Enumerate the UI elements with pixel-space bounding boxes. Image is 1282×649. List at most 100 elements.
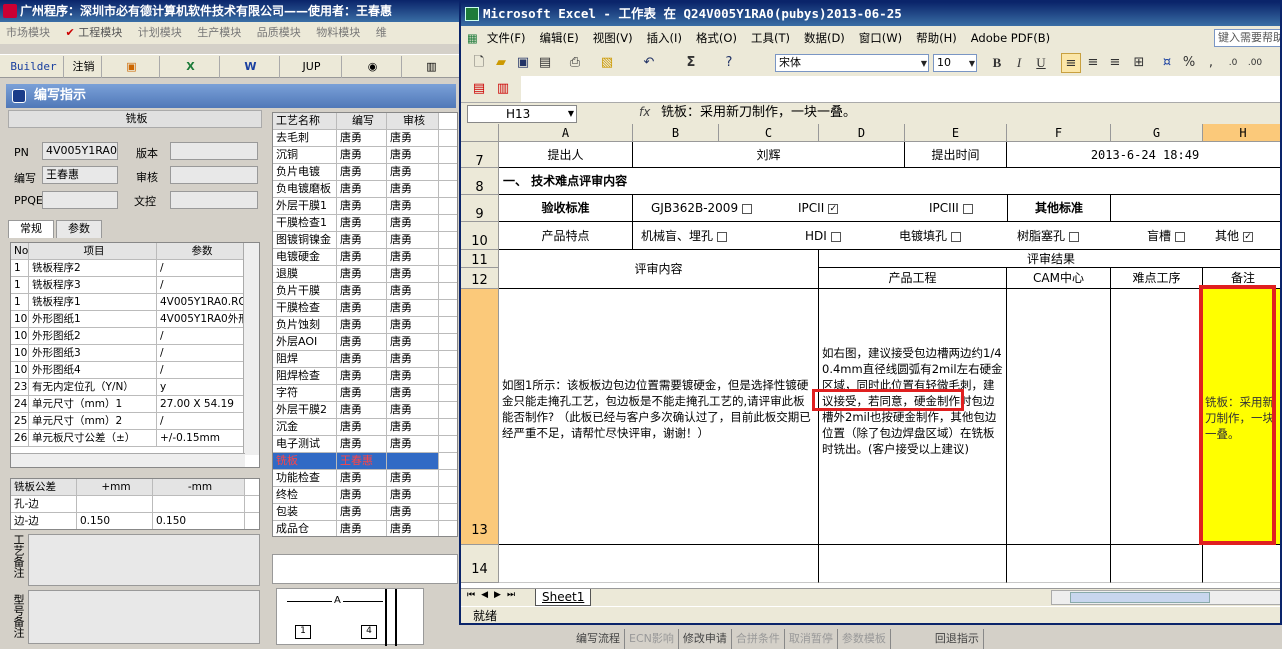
permission-icon[interactable]: ▤ — [535, 53, 555, 73]
process-row[interactable]: 阻焊检查 唐勇 唐勇 — [273, 368, 457, 385]
process-row[interactable]: 退膜 唐勇 唐勇 — [273, 266, 457, 283]
align-left-icon[interactable]: ≡ — [1061, 53, 1081, 73]
menu-market[interactable]: 市场模块 — [0, 22, 56, 44]
pn-field[interactable]: 4V005Y1RA0 — [42, 142, 118, 160]
table-row[interactable]: 26 单元板尺寸公差（±） +/-0.15mm — [11, 430, 259, 447]
process-row[interactable]: 沉铜 唐勇 唐勇 — [273, 147, 457, 164]
edit-flow-button[interactable]: 编写流程 — [572, 629, 625, 649]
row-header-13[interactable]: 13 — [461, 289, 499, 545]
cell-eng-header[interactable]: 产品工程 — [819, 268, 1007, 289]
menu-plan[interactable]: 计划模块 — [132, 22, 188, 44]
feature-other[interactable]: 其他 ✓ — [1215, 222, 1254, 249]
menu-insert[interactable]: 插入(I) — [640, 26, 689, 50]
process-row[interactable]: 阻焊 唐勇 唐勇 — [273, 351, 457, 368]
row-header-9[interactable]: 9 — [461, 195, 499, 222]
workbook-icon[interactable]: ▦ — [461, 26, 480, 50]
pdf-mail-icon[interactable]: ▥ — [493, 79, 513, 99]
decrease-decimal-icon[interactable]: .00 — [1245, 53, 1265, 73]
col-header-h[interactable]: H — [1203, 124, 1280, 142]
cell-r14-h[interactable] — [1203, 545, 1280, 583]
formula-input[interactable]: 铣板：采用新刀制作，一块一叠。 — [661, 104, 856, 122]
checkbox-other[interactable]: ✓ — [1243, 231, 1254, 242]
jup-button[interactable]: JUP — [282, 56, 342, 78]
autosum-icon[interactable]: Σ — [681, 53, 701, 73]
row-header-12[interactable]: 12 — [461, 268, 499, 289]
cell-other-std[interactable] — [1111, 195, 1280, 222]
checkbox-blind-slot[interactable] — [1175, 231, 1186, 242]
table-row[interactable]: 10 外形图纸2/ — [11, 328, 259, 345]
merge-center-icon[interactable]: ⊞ — [1129, 53, 1149, 73]
eye-icon[interactable]: ◉ — [344, 56, 402, 78]
increase-decimal-icon[interactable]: .0 — [1223, 53, 1243, 73]
paste-icon[interactable]: ▧ — [597, 53, 617, 73]
params-hscrollbar[interactable] — [11, 453, 245, 467]
process-row[interactable]: 图镀铜镍金 唐勇 唐勇 — [273, 232, 457, 249]
tab-nav-arrows-icon[interactable]: ⏮◀▶⏭ — [467, 590, 521, 600]
process-row[interactable]: 负电镀磨板 唐勇 唐勇 — [273, 181, 457, 198]
database-icon[interactable]: ▥ — [404, 56, 460, 78]
tab-params[interactable]: 参数 — [56, 220, 102, 238]
table-row[interactable]: 24 单元尺寸（mm）1 27.00 X 54.19 — [11, 396, 259, 413]
menu-help[interactable]: 帮助(H) — [909, 26, 964, 50]
checkbox-hdi[interactable] — [830, 231, 841, 242]
cell-r14-g[interactable] — [1111, 545, 1203, 583]
process-row[interactable]: 成品仓 唐勇 唐勇 — [273, 521, 457, 536]
italic-icon[interactable]: I — [1009, 53, 1029, 73]
table-row[interactable]: 边-边 0.150 0.150 — [11, 513, 259, 529]
menu-material[interactable]: 物料模块 — [310, 22, 366, 44]
logout-button[interactable]: 注销 — [66, 56, 102, 78]
builder-button[interactable]: Builder — [4, 56, 64, 78]
align-center-icon[interactable]: ≡ — [1083, 53, 1103, 73]
pdf-convert-icon[interactable]: ▤ — [469, 79, 489, 99]
process-row[interactable]: 外层AOI 唐勇 唐勇 — [273, 334, 457, 351]
menu-data[interactable]: 数据(D) — [797, 26, 852, 50]
checkbox-ipcii[interactable]: ✓ — [828, 203, 839, 214]
process-row[interactable]: 负片电镀 唐勇 唐勇 — [273, 164, 457, 181]
underline-icon[interactable]: U — [1031, 53, 1051, 73]
excel-icon[interactable]: X — [162, 56, 220, 78]
font-name-select[interactable]: 宋体 — [775, 54, 929, 72]
feature-blind-buried[interactable]: 机械盲、埋孔 — [641, 222, 728, 249]
chevron-down-icon[interactable]: ▼ — [568, 106, 574, 122]
menu-view[interactable]: 视图(V) — [586, 26, 640, 50]
checkbox-via-fill[interactable] — [951, 231, 962, 242]
process-row[interactable]: 铣板 王春惠 — [273, 453, 457, 470]
cell-feature-label[interactable]: 产品特点 — [499, 222, 633, 250]
process-row[interactable]: 字符 唐勇 唐勇 — [273, 385, 457, 402]
table-row[interactable]: 10 外形图纸3/ — [11, 345, 259, 362]
print-icon[interactable]: ⎙ — [565, 53, 585, 73]
col-header-d[interactable]: D — [819, 124, 905, 142]
process-row[interactable]: 电镀硬金 唐勇 唐勇 — [273, 249, 457, 266]
writer-field[interactable]: 王春惠 — [42, 166, 118, 184]
horizontal-scrollbar[interactable] — [1051, 590, 1280, 605]
menu-window[interactable]: 窗口(W) — [852, 26, 909, 50]
checkbox-gjb[interactable] — [742, 203, 753, 214]
col-header-b[interactable]: B — [633, 124, 719, 142]
cell-review-content-header[interactable]: 评审内容 — [499, 250, 819, 289]
table-row[interactable]: 23 有无内定位孔（Y/N） y — [11, 379, 259, 396]
menu-format[interactable]: 格式(O) — [689, 26, 744, 50]
tab-sheet1[interactable]: Sheet1 — [535, 589, 592, 606]
menu-tools[interactable]: 工具(T) — [744, 26, 797, 50]
process-row[interactable]: 干膜检查 唐勇 唐勇 — [273, 300, 457, 317]
percent-icon[interactable]: % — [1179, 53, 1199, 73]
calc-icon[interactable]: ▣ — [104, 56, 160, 78]
cell-r14-a[interactable] — [499, 545, 819, 583]
tab-general[interactable]: 常规 — [8, 220, 54, 238]
process-row[interactable]: 包装 唐勇 唐勇 — [273, 504, 457, 521]
checkbox-blind-buried[interactable] — [717, 231, 728, 242]
cell-proposer[interactable]: 刘辉 — [633, 142, 905, 168]
col-header-g[interactable]: G — [1111, 124, 1203, 142]
process-row[interactable]: 干膜检查1 唐勇 唐勇 — [273, 215, 457, 232]
process-detail-field[interactable] — [272, 554, 458, 584]
table-row[interactable]: 10 外形图纸1 4V005Y1RA0外形 — [11, 311, 259, 328]
row-header-11[interactable]: 11 — [461, 250, 499, 268]
cell-time-label[interactable]: 提出时间 — [905, 142, 1007, 168]
process-row[interactable]: 外层干膜1 唐勇 唐勇 — [273, 198, 457, 215]
currency-icon[interactable]: ¤ — [1157, 53, 1177, 73]
open-folder-icon[interactable]: ▰ — [491, 53, 511, 73]
col-header-a[interactable]: A — [499, 124, 633, 142]
menu-production[interactable]: 生产模块 — [191, 22, 247, 44]
std-option-ipciii[interactable]: IPCIII — [929, 195, 973, 221]
cell-time[interactable]: 2013-6-24 18:49 — [1007, 142, 1280, 168]
